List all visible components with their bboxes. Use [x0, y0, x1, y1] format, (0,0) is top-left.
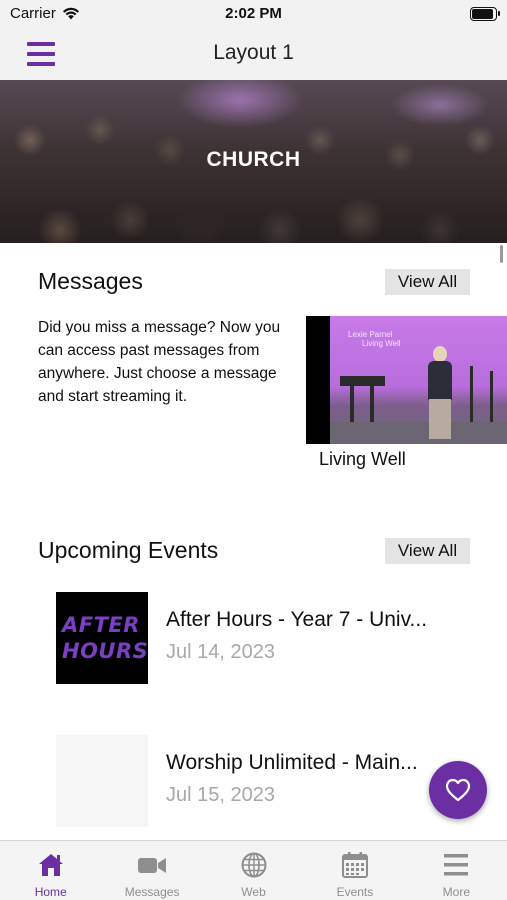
message-thumbnail-image: Lexie Parnel Living Well [330, 316, 507, 444]
messages-view-all-button[interactable]: View All [385, 269, 470, 295]
events-heading: Upcoming Events [38, 537, 219, 563]
messages-description: Did you miss a message? Now you can acce… [38, 319, 281, 405]
speaker-figure [428, 346, 452, 442]
event-date: Jul 15, 2023 [166, 784, 275, 806]
events-view-all-button[interactable]: View All [385, 538, 470, 564]
event-title: Worship Unlimited - Main... [166, 751, 418, 774]
event-date: Jul 14, 2023 [166, 641, 275, 663]
messages-heading: Messages [38, 268, 143, 294]
status-bar: Carrier 2:02 PM [0, 0, 507, 30]
page-title: Layout 1 [213, 41, 294, 64]
tab-bar: Home Messages Web Events More [0, 840, 507, 900]
navigation-bar: Layout 1 [0, 30, 507, 80]
thumbnail-caption-line1: Lexie Parnel [348, 330, 393, 339]
event-image-text-line1: AFTER [62, 613, 140, 637]
thumbnail-caption: Lexie Parnel Living Well [348, 330, 401, 348]
globe-icon [241, 852, 267, 878]
tab-more[interactable]: More [406, 841, 507, 900]
more-lines-icon [444, 854, 469, 876]
heart-icon [445, 778, 471, 802]
battery-icon [470, 7, 500, 21]
tab-label: Messages [124, 885, 180, 899]
tab-label: More [442, 885, 470, 899]
status-time: 2:02 PM [225, 5, 282, 22]
tab-label: Web [241, 885, 266, 899]
thumbnail-caption-line2: Living Well [362, 339, 401, 348]
tab-home[interactable]: Home [0, 841, 101, 900]
calendar-icon [341, 852, 368, 878]
hero-banner: CHURCH [0, 80, 507, 243]
event-image-text: AFTER HOURS [62, 612, 148, 664]
event-image: AFTER HOURS [56, 592, 148, 684]
hero-title: CHURCH [206, 148, 301, 171]
favorite-fab-button[interactable] [429, 761, 487, 819]
tab-label: Home [34, 885, 67, 899]
message-thumbnail[interactable]: Lexie Parnel Living Well [306, 316, 507, 444]
tab-events[interactable]: Events [304, 841, 405, 900]
tab-web[interactable]: Web [203, 841, 304, 900]
event-image-text-line2: HOURS [62, 639, 149, 663]
event-image [56, 735, 148, 827]
message-title[interactable]: Living Well [319, 449, 406, 470]
home-icon [38, 854, 63, 876]
battery-level [472, 9, 493, 19]
video-camera-icon [138, 858, 167, 873]
scroll-indicator[interactable] [500, 245, 503, 263]
tab-messages[interactable]: Messages [101, 841, 202, 900]
tab-label: Events [336, 885, 374, 899]
event-title: After Hours - Year 7 - Univ... [166, 608, 428, 631]
event-list-item[interactable]: AFTER HOURS After Hours - Year 7 - Univ.… [56, 592, 496, 684]
